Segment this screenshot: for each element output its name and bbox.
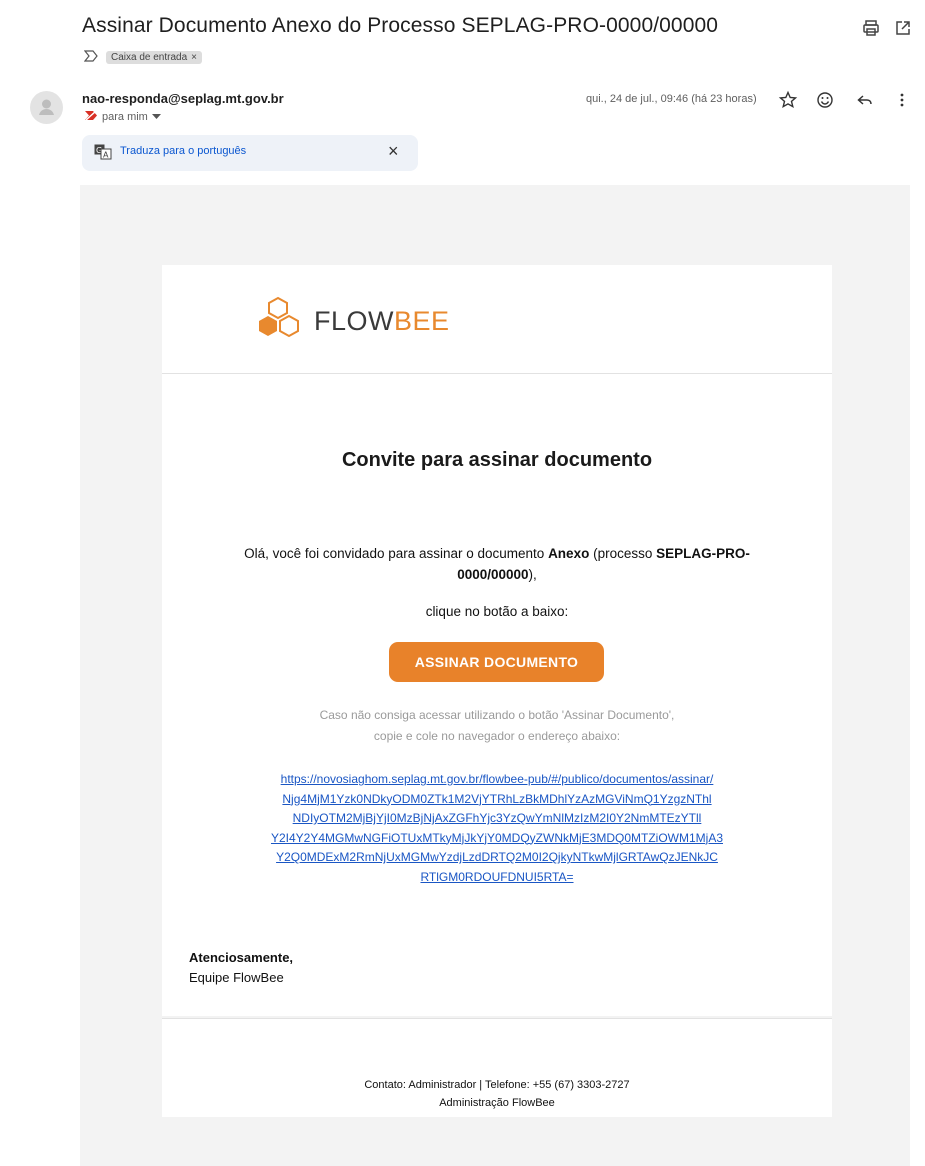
more-vert-icon[interactable]	[892, 90, 912, 110]
sender-avatar[interactable]	[30, 91, 63, 124]
translate-banner: GA Traduza para o português ×	[82, 135, 418, 171]
brand-flow: FLOW	[314, 306, 394, 336]
footer-contact: Contato: Administrador | Telefone: +55 (…	[364, 1079, 630, 1091]
reply-icon[interactable]	[855, 90, 875, 110]
recipient-row[interactable]: para mim	[84, 110, 161, 124]
flowbee-logo: FLOWBEE	[256, 296, 450, 347]
regards-text: Atenciosamente,	[189, 950, 294, 965]
intro-text-1: Olá, você foi convidado para assinar o d…	[244, 546, 549, 561]
hexagon-logo-icon	[256, 296, 304, 347]
link-line[interactable]: RTlGM0RDOUFDNUI5RTA=	[212, 868, 782, 888]
svg-text:A: A	[103, 151, 109, 160]
click-instruction: clique no botão a baixo:	[425, 604, 569, 619]
recipient-text: para mim	[102, 111, 148, 123]
remove-label-button[interactable]: ×	[191, 52, 197, 63]
help-line-1: Caso não consiga acessar utilizando o bo…	[319, 708, 675, 722]
chevron-down-icon[interactable]	[151, 111, 161, 123]
star-icon[interactable]	[778, 90, 798, 110]
inbox-label-chip[interactable]: Caixa de entrada ×	[106, 51, 203, 64]
flowbee-wordmark: FLOWBEE	[314, 306, 450, 337]
link-line[interactable]: Njg4MjM1Yzk0NDkyODM0ZTk1M2VjYTRhLzBkMDhl…	[212, 790, 782, 810]
footer-admin: Administração FlowBee	[439, 1097, 555, 1109]
signing-link[interactable]: https://novosiaghom.seplag.mt.gov.br/flo…	[212, 770, 782, 887]
intro-text-3: ),	[528, 567, 537, 582]
translate-icon: GA	[94, 144, 112, 165]
link-line[interactable]: https://novosiaghom.seplag.mt.gov.br/flo…	[212, 770, 782, 790]
important-flag-icon	[84, 110, 98, 124]
email-date: qui., 24 de jul., 09:46 (há 23 horas)	[586, 93, 757, 105]
invite-title: Convite para assinar documento	[341, 449, 653, 471]
link-line[interactable]: Y2I4Y2Y4MGMwNGFiOTUxMTkyMjJkYjY0MDQyZWNk…	[212, 829, 782, 849]
help-line-2: copie e cole no navegador o endereço aba…	[373, 729, 621, 743]
translate-link[interactable]: Traduza para o português	[120, 145, 246, 157]
open-in-new-window-icon[interactable]	[893, 18, 913, 38]
emoji-reaction-icon[interactable]	[815, 90, 835, 110]
brand-bee: BEE	[394, 306, 450, 336]
invite-paragraph: Olá, você foi convidado para assinar o d…	[212, 543, 782, 585]
sender-email[interactable]: nao-responda@seplag.mt.gov.br	[82, 91, 284, 106]
link-line[interactable]: NDIyOTM2MjBjYjI0MzBjNjAxZGFhYjc3YzQwYmNl…	[212, 809, 782, 829]
link-line[interactable]: Y2Q0MDExM2RmNjUxMGMwYzdjLzdDRTQ2M0I2Qjky…	[212, 848, 782, 868]
inbox-label-text: Caixa de entrada	[111, 52, 188, 63]
label-row: Caixa de entrada ×	[83, 50, 203, 65]
printer-icon[interactable]	[861, 18, 881, 38]
intro-text-2: (processo	[589, 546, 657, 561]
sign-document-button[interactable]: ASSINAR DOCUMENTO	[389, 642, 604, 682]
fallback-help-text: Caso não consiga acessar utilizando o bo…	[212, 705, 782, 747]
important-marker-icon[interactable]	[83, 50, 98, 65]
email-subject: Assinar Documento Anexo do Processo SEPL…	[82, 14, 719, 37]
document-name: Anexo	[548, 546, 590, 561]
close-translate-button[interactable]: ×	[388, 141, 399, 162]
team-signature: Equipe FlowBee	[189, 970, 284, 985]
